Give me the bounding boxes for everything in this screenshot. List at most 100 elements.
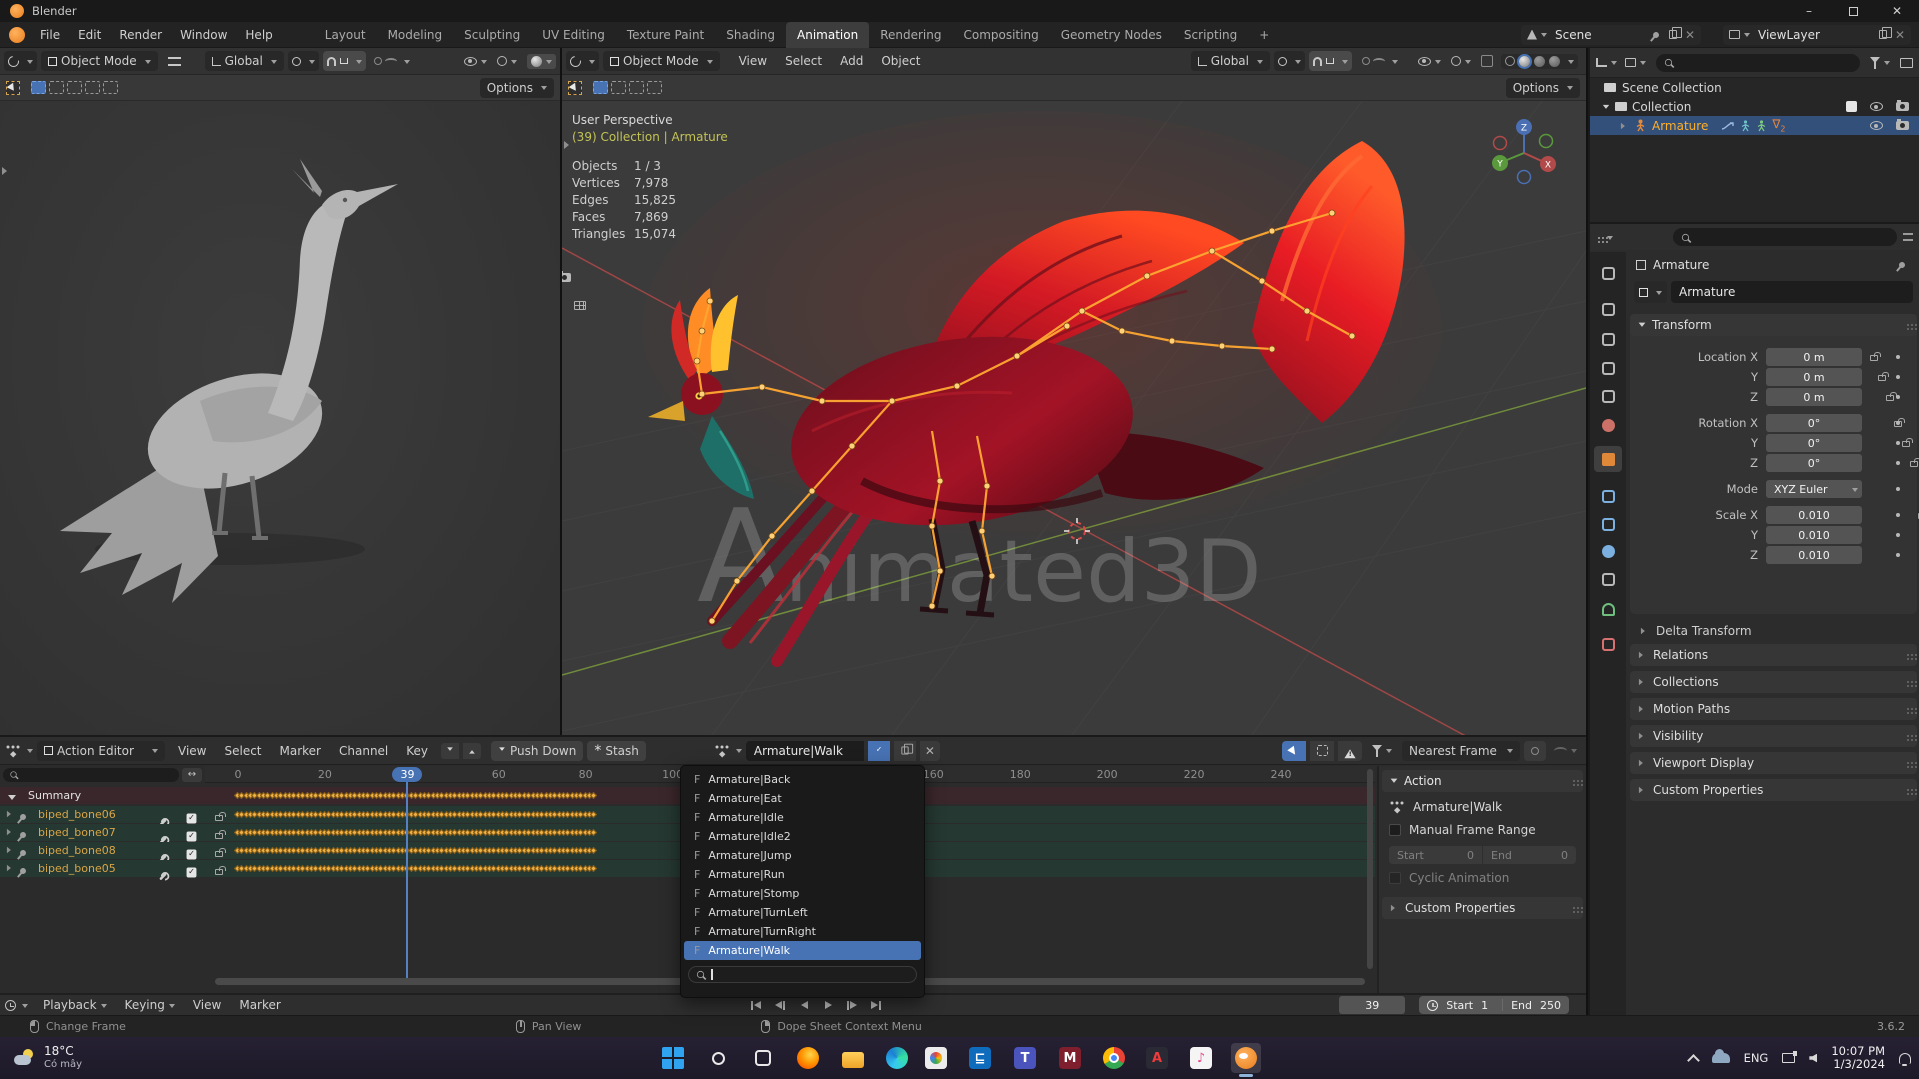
select-mode-subtract[interactable] [629, 81, 644, 94]
pivot-selector[interactable] [1274, 51, 1305, 71]
taskbar-app-music[interactable]: ♪ [1186, 1043, 1216, 1073]
dopesheet-menu-key[interactable]: Key [397, 739, 437, 763]
workspace-tab-uv-editing[interactable]: UV Editing [531, 22, 616, 48]
animate-dot[interactable] [1896, 487, 1900, 491]
animate-dot[interactable] [1896, 375, 1900, 379]
editor-type-selector[interactable] [1596, 232, 1613, 243]
outliner-search[interactable] [1656, 53, 1860, 72]
expand-icon[interactable] [6, 864, 14, 872]
pin-icon[interactable] [18, 812, 28, 822]
section-motion-paths[interactable]: Motion Paths [1630, 698, 1917, 720]
scene-selector[interactable]: Scene ✕ [1521, 24, 1701, 45]
previous-keyframe-button[interactable] [769, 997, 791, 1013]
new-action-button[interactable] [893, 740, 916, 761]
breadcrumb-label[interactable]: Armature [1653, 258, 1709, 272]
minimize-button[interactable]: – [1787, 4, 1831, 18]
prop-value-field[interactable]: XYZ Euler [1766, 480, 1862, 498]
outliner-row-collection[interactable]: Collection [1590, 97, 1919, 116]
camera-view-icon[interactable] [562, 271, 571, 282]
keyframe[interactable] [590, 864, 598, 872]
current-frame-badge[interactable]: 39 [392, 767, 423, 782]
move-up-button[interactable] [463, 742, 482, 759]
prop-value-field[interactable]: 0.010 [1766, 546, 1862, 564]
jump-to-end-button[interactable] [865, 997, 887, 1013]
dopesheet-menu-view[interactable]: View [169, 739, 215, 763]
volume-icon[interactable] [1809, 1053, 1818, 1063]
maximize-button[interactable] [1831, 6, 1875, 16]
new-collection-button[interactable] [1900, 57, 1913, 68]
expand-icon[interactable] [6, 846, 14, 854]
object-name-field[interactable]: Armature [1671, 281, 1913, 303]
ortho-toggle-icon[interactable] [574, 301, 587, 310]
prop-value-field[interactable]: 0 m [1766, 348, 1862, 366]
editor-type-selector[interactable] [5, 999, 28, 1011]
properties-tab-tool[interactable] [1594, 260, 1622, 286]
collapse-icon[interactable] [8, 795, 16, 804]
properties-tab-scene[interactable] [1594, 383, 1622, 409]
blender-menu-icon[interactable] [9, 26, 25, 43]
dropdown-item-armature-run[interactable]: F Armature|Run [684, 865, 921, 884]
prop-value-field[interactable]: 0° [1766, 414, 1862, 432]
dropdown-item-armature-back[interactable]: F Armature|Back [684, 770, 921, 789]
properties-tab-modifiers[interactable] [1594, 483, 1622, 509]
action-name-field[interactable]: Armature|Walk [745, 740, 864, 761]
prop-value-field[interactable]: 0° [1766, 454, 1862, 472]
pin-icon[interactable] [18, 830, 28, 840]
timeline-menu-view[interactable]: View [184, 993, 230, 1017]
errors-filter-toggle[interactable] [1338, 740, 1362, 761]
section-viewport-display[interactable]: Viewport Display [1630, 752, 1917, 774]
workspace-tab-animation[interactable]: Animation [786, 21, 870, 48]
move-down-button[interactable] [441, 742, 460, 759]
animate-dot[interactable] [1896, 461, 1900, 465]
modifier-wrench-icon[interactable] [159, 872, 167, 881]
next-keyframe-button[interactable] [841, 997, 863, 1013]
unlink-scene-icon[interactable]: ✕ [1685, 28, 1695, 42]
toolbar-expand-icon[interactable] [2, 167, 11, 175]
dropdown-item-armature-turnright[interactable]: F Armature|TurnRight [684, 922, 921, 941]
menu-help[interactable]: Help [236, 23, 281, 47]
workspace-tab-texture-paint[interactable]: Texture Paint [616, 22, 715, 48]
drag-dots-icon[interactable] [1907, 324, 1909, 326]
delta-transform-header[interactable]: Delta Transform [1640, 624, 1752, 638]
dopesheet-menu-marker[interactable]: Marker [271, 739, 330, 763]
proportional-editing[interactable] [373, 56, 410, 67]
workspace-tab-modeling[interactable]: Modeling [377, 22, 454, 48]
pin-icon[interactable] [1897, 260, 1907, 270]
show-gizmo-toggle[interactable] [464, 56, 487, 67]
play-reverse-button[interactable] [793, 997, 815, 1013]
taskbar-app-edge[interactable] [882, 1043, 912, 1073]
timeline-menu-playback[interactable]: Playback [34, 993, 116, 1017]
dropdown-item-armature-stomp[interactable]: F Armature|Stomp [684, 884, 921, 903]
section-collections[interactable]: Collections [1630, 671, 1917, 693]
options-dropdown[interactable]: Options [479, 77, 554, 98]
use-preview-range-icon[interactable] [1427, 999, 1439, 1011]
taskbar-app-search[interactable] [703, 1043, 733, 1073]
taskbar-app-chrome[interactable] [1099, 1043, 1129, 1073]
section-visibility[interactable]: Visibility [1630, 725, 1917, 747]
filter-icon[interactable] [1903, 233, 1913, 241]
properties-tab-physics[interactable] [1594, 538, 1622, 564]
select-mode-intersect[interactable] [103, 81, 118, 94]
select-mode-subtract[interactable] [67, 81, 82, 94]
options-dropdown[interactable]: Options [1505, 77, 1580, 98]
scene-name[interactable]: Scene [1555, 28, 1653, 42]
navigation-gizmo[interactable]: Z X Y [1486, 115, 1562, 191]
mode-selector[interactable]: Action Editor [37, 740, 165, 761]
properties-tab-object[interactable] [1594, 446, 1622, 472]
select-mode-extend[interactable] [49, 81, 64, 94]
expand-icon[interactable] [1602, 104, 1610, 111]
channel-checkbox[interactable]: ✓ [186, 867, 197, 878]
dropdown-item-armature-turnleft[interactable]: F Armature|TurnLeft [684, 903, 921, 922]
lock-icon[interactable] [1902, 438, 1913, 447]
dropdown-item-armature-walk[interactable]: F Armature|Walk [684, 941, 921, 960]
prop-value-field[interactable]: 0 m [1766, 388, 1862, 406]
hamburger-menu-icon[interactable] [167, 56, 181, 66]
select-mode-invert[interactable] [647, 81, 662, 94]
channel-lock-icon[interactable] [215, 830, 226, 839]
outliner-row-scene-collection[interactable]: Scene Collection [1590, 78, 1919, 97]
dropdown-item-armature-idle2[interactable]: F Armature|Idle2 [684, 827, 921, 846]
stash-button[interactable]: * Stash [587, 740, 646, 761]
custom-properties-header[interactable]: Custom Properties [1382, 897, 1583, 919]
outliner-row-armature[interactable]: Armature ∇2 [1590, 116, 1919, 135]
editor-type-selector[interactable] [1596, 57, 1617, 68]
